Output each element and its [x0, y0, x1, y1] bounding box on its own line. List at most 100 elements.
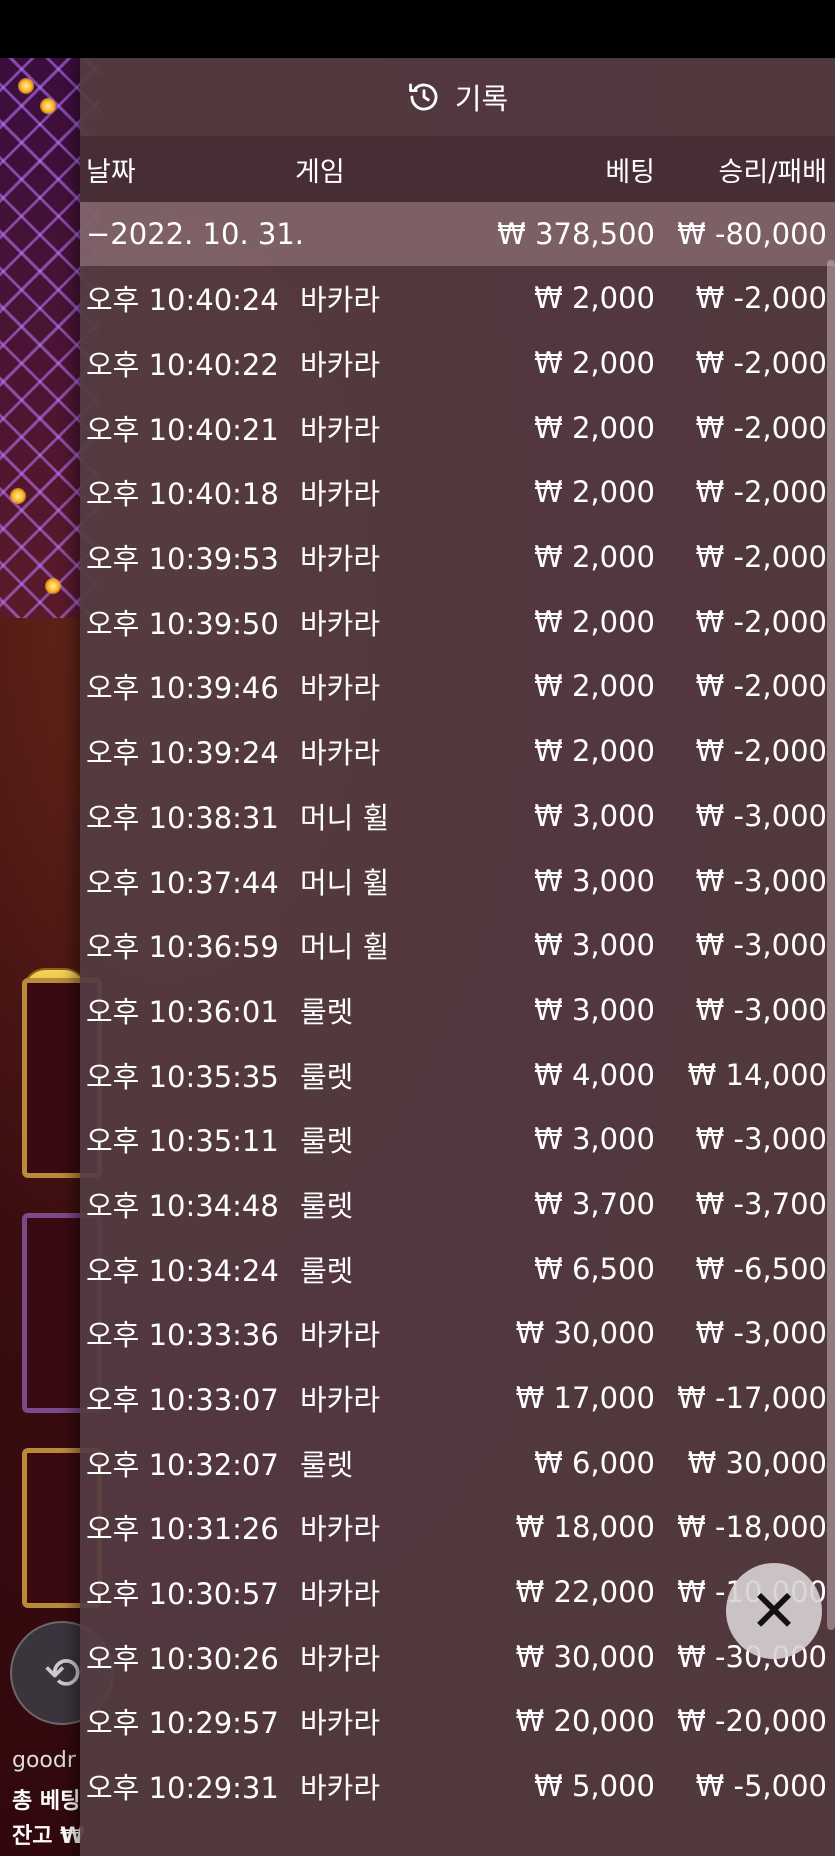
row-game: 바카라: [300, 1577, 381, 1612]
history-row[interactable]: 오후 10:35:35 룰렛 ₩ 4,000 ₩ 14,000: [80, 1042, 835, 1107]
row-win-loss: ₩ -2,000: [695, 281, 827, 316]
row-bet: ₩ 3,000: [534, 1122, 655, 1157]
history-row[interactable]: 오후 10:31:26 바카라 ₩ 18,000 ₩ -18,000: [80, 1495, 835, 1560]
row-win-loss: ₩ -2,000: [695, 410, 827, 445]
background-light: [45, 578, 61, 594]
row-bet: ₩ 6,000: [534, 1445, 655, 1480]
row-time: 오후 10:40:18: [86, 477, 279, 512]
column-bet[interactable]: 베팅: [605, 136, 655, 202]
history-row[interactable]: 오후 10:36:01 룰렛 ₩ 3,000 ₩ -3,000: [80, 978, 835, 1043]
history-row[interactable]: 오후 10:40:22 바카라 ₩ 2,000 ₩ -2,000: [80, 331, 835, 396]
history-row[interactable]: 오후 10:35:11 룰렛 ₩ 3,000 ₩ -3,000: [80, 1107, 835, 1172]
row-game: 룰렛: [300, 1253, 354, 1288]
row-win-loss: ₩ -3,000: [695, 928, 827, 963]
row-time: 오후 10:39:53: [86, 542, 279, 577]
row-win-loss: ₩ -3,000: [695, 992, 827, 1027]
row-win-loss: ₩ -2,000: [695, 475, 827, 510]
row-bet: ₩ 3,000: [534, 928, 655, 963]
scrollbar[interactable]: [827, 260, 835, 1630]
row-win-loss: ₩ -18,000: [677, 1510, 827, 1545]
row-win-loss: ₩ -2,000: [695, 346, 827, 381]
history-list[interactable]: 오후 10:40:24 바카라 ₩ 2,000 ₩ -2,000 오후 10:40:22…: [80, 266, 835, 1819]
row-time: 오후 10:29:31: [86, 1771, 279, 1806]
history-row[interactable]: 오후 10:33:07 바카라 ₩ 17,000 ₩ -17,000: [80, 1366, 835, 1431]
history-row[interactable]: 오후 10:36:59 머니 휠 ₩ 3,000 ₩ -3,000: [80, 913, 835, 978]
row-win-loss: ₩ -20,000: [677, 1704, 827, 1739]
row-game: 머니 휠: [300, 865, 390, 900]
row-bet: ₩ 6,500: [534, 1251, 655, 1286]
row-time: 오후 10:34:48: [86, 1188, 279, 1223]
history-row[interactable]: 오후 10:34:24 룰렛 ₩ 6,500 ₩ -6,500: [80, 1236, 835, 1301]
row-game: 바카라: [300, 412, 381, 447]
row-win-loss: ₩ 30,000: [687, 1445, 827, 1480]
row-game: 바카라: [300, 1706, 381, 1741]
history-clock-icon: [408, 83, 438, 111]
row-time: 오후 10:33:36: [86, 1318, 279, 1353]
row-game: 바카라: [300, 1512, 381, 1547]
summary-win-loss: ₩ -80,000: [677, 217, 827, 251]
column-header: 날짜 게임 베팅 승리/패배: [80, 136, 835, 202]
column-date[interactable]: 날짜: [86, 136, 136, 202]
history-row[interactable]: 오후 10:39:46 바카라 ₩ 2,000 ₩ -2,000: [80, 654, 835, 719]
history-row[interactable]: 오후 10:39:53 바카라 ₩ 2,000 ₩ -2,000: [80, 525, 835, 590]
row-time: 오후 10:34:24: [86, 1253, 279, 1288]
history-row[interactable]: 오후 10:39:24 바카라 ₩ 2,000 ₩ -2,000: [80, 719, 835, 784]
row-time: 오후 10:39:50: [86, 606, 279, 641]
row-game: 바카라: [300, 606, 381, 641]
row-win-loss: ₩ -2,000: [695, 734, 827, 769]
row-win-loss: ₩ -2,000: [695, 604, 827, 639]
row-game: 머니 휠: [300, 930, 390, 965]
history-header: 기록: [80, 58, 835, 136]
row-win-loss: ₩ -3,000: [695, 1122, 827, 1157]
row-bet: ₩ 2,000: [534, 669, 655, 704]
history-row[interactable]: 오후 10:30:57바카라₩ 22,000₩ -10,000: [80, 1560, 835, 1625]
row-bet: ₩ 3,700: [534, 1186, 655, 1221]
row-bet: ₩ 2,000: [534, 410, 655, 445]
history-row[interactable]: 오후 10:40:21 바카라 ₩ 2,000 ₩ -2,000: [80, 395, 835, 460]
row-game: 바카라: [300, 1771, 381, 1806]
row-time: 오후 10:40:21: [86, 412, 279, 447]
close-icon: ✕: [749, 1577, 799, 1645]
row-game: 바카라: [300, 671, 381, 706]
row-bet: ₩ 2,000: [534, 475, 655, 510]
row-game: 머니 휠: [300, 800, 390, 835]
row-game: 룰렛: [300, 1124, 354, 1159]
row-bet: ₩ 4,000: [534, 1057, 655, 1092]
history-row[interactable]: 오후 10:29:31 바카라 ₩ 5,000 ₩ -5,000: [80, 1754, 835, 1819]
history-row[interactable]: 오후 10:39:50 바카라 ₩ 2,000 ₩ -2,000: [80, 589, 835, 654]
history-row[interactable]: 오후 10:32:07 룰렛 ₩ 6,000 ₩ 30,000: [80, 1430, 835, 1495]
row-bet: ₩ 20,000: [515, 1704, 655, 1739]
row-time: 오후 10:35:35: [86, 1059, 279, 1094]
row-win-loss: ₩ -6,500: [695, 1251, 827, 1286]
history-row[interactable]: 오후 10:30:26 바카라 ₩ 30,000 ₩ -30,000: [80, 1624, 835, 1689]
history-row[interactable]: 오후 10:38:31 머니 휠 ₩ 3,000 ₩ -3,000: [80, 784, 835, 849]
row-time: 오후 10:38:31: [86, 800, 279, 835]
history-row[interactable]: 오후 10:29:57 바카라 ₩ 20,000 ₩ -20,000: [80, 1689, 835, 1754]
column-win-loss[interactable]: 승리/패배: [719, 136, 827, 202]
history-row[interactable]: 오후 10:34:48 룰렛 ₩ 3,700 ₩ -3,700: [80, 1172, 835, 1237]
history-panel: 기록 날짜 게임 베팅 승리/패배 −2022. 10. 31. ₩ 378,5…: [80, 58, 835, 1856]
history-row[interactable]: 오후 10:40:18 바카라 ₩ 2,000 ₩ -2,000: [80, 460, 835, 525]
row-game: 바카라: [300, 348, 381, 383]
close-button[interactable]: ✕: [726, 1563, 822, 1659]
history-title: 기록: [454, 82, 509, 116]
row-game: 룰렛: [300, 1188, 354, 1223]
row-game: 바카라: [300, 1641, 381, 1676]
history-row[interactable]: 오후 10:37:44 머니 휠 ₩ 3,000 ₩ -3,000: [80, 848, 835, 913]
history-row[interactable]: 오후 10:33:36 바카라 ₩ 30,000 ₩ -3,000: [80, 1301, 835, 1366]
row-bet: ₩ 2,000: [534, 281, 655, 316]
column-game[interactable]: 게임: [295, 136, 345, 202]
row-time: 오후 10:37:44: [86, 865, 279, 900]
row-win-loss: ₩ -2,000: [695, 540, 827, 575]
history-row[interactable]: 오후 10:40:24 바카라 ₩ 2,000 ₩ -2,000: [80, 266, 835, 331]
date-summary-row[interactable]: −2022. 10. 31. ₩ 378,500 ₩ -80,000: [80, 202, 835, 266]
row-time: 오후 10:32:07: [86, 1447, 279, 1482]
row-time: 오후 10:40:22: [86, 348, 279, 383]
summary-date: −2022. 10. 31.: [86, 217, 304, 251]
row-time: 오후 10:36:01: [86, 994, 279, 1029]
row-time: 오후 10:39:24: [86, 736, 279, 771]
row-time: 오후 10:29:57: [86, 1706, 279, 1741]
background-balance-label: 잔고 ₩: [12, 1824, 85, 1849]
row-win-loss: ₩ -5,000: [695, 1769, 827, 1804]
row-win-loss: ₩ -17,000: [677, 1381, 827, 1416]
